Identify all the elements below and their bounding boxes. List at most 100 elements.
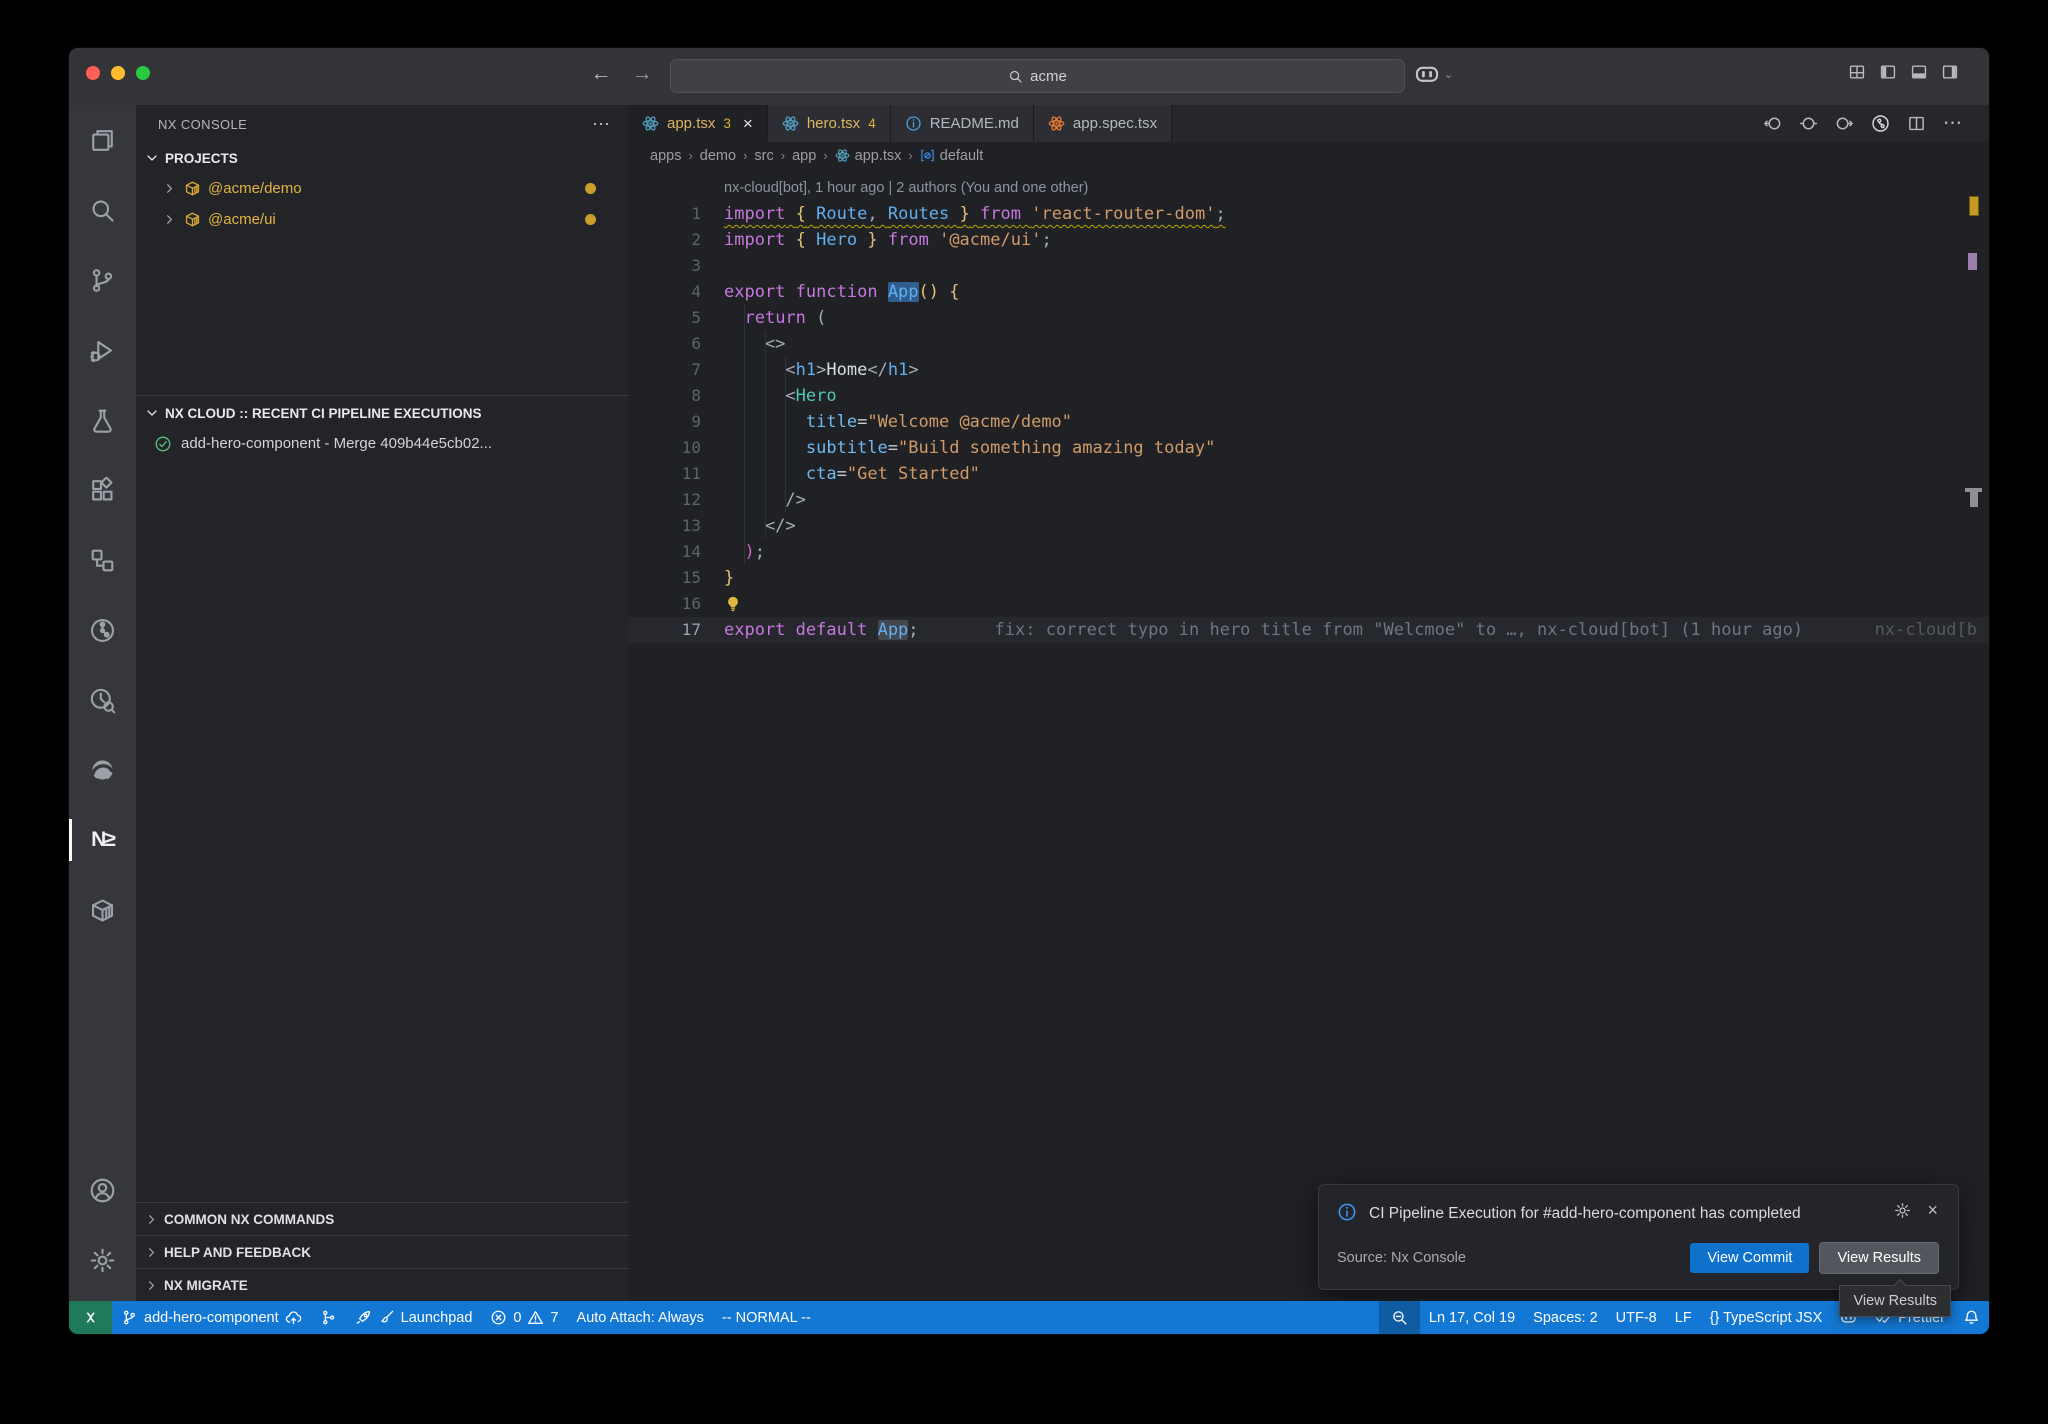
- tab-label: README.md: [930, 115, 1019, 132]
- activity-account[interactable]: [69, 1155, 136, 1225]
- breadcrumb-item-default[interactable]: default: [920, 148, 984, 164]
- notification-close-icon[interactable]: ×: [1927, 1202, 1938, 1219]
- view-commit-button[interactable]: View Commit: [1690, 1243, 1809, 1273]
- code-line-1[interactable]: 1import { Route, Routes } from 'react-ro…: [628, 201, 1989, 227]
- project-label: @acme/ui: [208, 211, 276, 228]
- panel-bottom-icon[interactable]: [1910, 63, 1928, 81]
- code-line-5[interactable]: 5 return (: [628, 305, 1989, 331]
- statusbar-zoom-indicator[interactable]: [1379, 1301, 1420, 1334]
- code-line-9[interactable]: 9 title="Welcome @acme/demo": [628, 409, 1989, 435]
- line-number: 4: [628, 279, 701, 305]
- statusbar-remote-indicator[interactable]: [69, 1301, 112, 1334]
- customize-layout-icon[interactable]: [1848, 63, 1866, 81]
- zoom-window-button[interactable]: [136, 66, 150, 80]
- code-text: </>: [724, 513, 796, 539]
- tab-app.tsx[interactable]: app.tsx3×: [628, 105, 768, 142]
- tab-app.spec.tsx[interactable]: app.spec.tsx: [1034, 105, 1172, 142]
- statusbar-language-mode[interactable]: {} TypeScript JSX: [1701, 1301, 1832, 1334]
- more-actions-icon[interactable]: ⋯: [592, 114, 610, 135]
- code-line-3[interactable]: 3: [628, 253, 1989, 279]
- activity-edge-browser[interactable]: [69, 735, 136, 805]
- code-line-7[interactable]: 7 <h1>Home</h1>: [628, 357, 1989, 383]
- sidebar-section-common-nx-commands[interactable]: COMMON NX COMMANDS: [136, 1202, 628, 1235]
- code-line-6[interactable]: 6 <>: [628, 331, 1989, 357]
- copilot-menu[interactable]: ⌄: [1414, 61, 1453, 87]
- code-line-16[interactable]: 16: [628, 591, 1989, 617]
- activity-explorer[interactable]: [69, 105, 136, 175]
- statusbar-launchpad[interactable]: Launchpad: [346, 1301, 482, 1334]
- code-line-17[interactable]: 17export default App;fix: correct typo i…: [628, 617, 1989, 643]
- code-text: }: [724, 565, 734, 591]
- code-line-4[interactable]: 4export function App() {: [628, 279, 1989, 305]
- activity-settings-gear[interactable]: [69, 1225, 136, 1295]
- activity-testing[interactable]: [69, 385, 136, 455]
- code-line-2[interactable]: 2import { Hero } from '@acme/ui';: [628, 227, 1989, 253]
- statusbar-encoding[interactable]: UTF-8: [1607, 1301, 1666, 1334]
- statusbar-eol[interactable]: LF: [1666, 1301, 1701, 1334]
- statusbar-vim-mode[interactable]: -- NORMAL --: [713, 1301, 820, 1334]
- activity-bar: N≥: [69, 105, 136, 1301]
- activity-source-control[interactable]: [69, 245, 136, 315]
- code-line-11[interactable]: 11 cta="Get Started": [628, 461, 1989, 487]
- lightbulb-icon[interactable]: [724, 591, 742, 609]
- hierarchy-icon: [89, 547, 116, 574]
- activity-search[interactable]: [69, 175, 136, 245]
- activity-pipeline-search[interactable]: [69, 665, 136, 735]
- code-line-10[interactable]: 10 subtitle="Build something amazing tod…: [628, 435, 1989, 461]
- breadcrumb-item-src[interactable]: src: [754, 148, 773, 164]
- breadcrumb-item-apps[interactable]: apps: [650, 148, 681, 164]
- activity-run-and-debug[interactable]: [69, 315, 136, 385]
- statusbar-indentation[interactable]: Spaces: 2: [1524, 1301, 1607, 1334]
- split-editor-icon[interactable]: [1907, 114, 1926, 133]
- statusbar-cursor-position[interactable]: Ln 17, Col 19: [1420, 1301, 1524, 1334]
- nx-cloud-section-header[interactable]: NX CLOUD :: RECENT CI PIPELINE EXECUTION…: [136, 398, 628, 428]
- statusbar-notifications-bell[interactable]: [1954, 1301, 1989, 1334]
- breadcrumb-item-demo[interactable]: demo: [700, 148, 736, 164]
- activity-extensions[interactable]: [69, 455, 136, 525]
- panel-right-icon[interactable]: [1941, 63, 1959, 81]
- pipeline-execution-item[interactable]: add-hero-component - Merge 409b44e5cb02.…: [136, 428, 628, 459]
- breadcrumb-item-app.tsx[interactable]: app.tsx: [835, 148, 902, 164]
- command-center-search[interactable]: acme: [670, 59, 1405, 93]
- activity-package-cube[interactable]: [69, 875, 136, 945]
- history-forward-button[interactable]: →: [628, 62, 656, 86]
- code-line-12[interactable]: 12 />: [628, 487, 1989, 513]
- nav-back-circle-icon[interactable]: [1763, 114, 1782, 133]
- activity-nx-console[interactable]: N≥: [69, 805, 136, 875]
- activity-hierarchy[interactable]: [69, 525, 136, 595]
- git-graph-circle-icon[interactable]: [1871, 114, 1890, 133]
- code-line-15[interactable]: 15}: [628, 565, 1989, 591]
- code-editor[interactable]: nx-cloud[bot], 1 hour ago | 2 authors (Y…: [628, 169, 1989, 1301]
- tab-close-icon[interactable]: ×: [743, 114, 753, 134]
- more-actions-icon[interactable]: ⋯: [1943, 112, 1963, 135]
- sidebar-section-help-and-feedback[interactable]: HELP AND FEEDBACK: [136, 1235, 628, 1268]
- circle-marker-icon[interactable]: [1799, 114, 1818, 133]
- history-back-button[interactable]: ←: [587, 62, 615, 86]
- tab-hero.tsx[interactable]: hero.tsx4: [768, 105, 891, 142]
- activity-pipeline-circle[interactable]: [69, 595, 136, 665]
- tab-README.md[interactable]: README.md: [891, 105, 1034, 142]
- statusbar-git-graph[interactable]: [311, 1301, 346, 1334]
- branch-icon: [121, 1309, 138, 1326]
- code-line-14[interactable]: 14 );: [628, 539, 1989, 565]
- close-window-button[interactable]: [86, 66, 100, 80]
- project-item[interactable]: @acme/ui: [136, 204, 628, 235]
- project-item[interactable]: @acme/demo: [136, 173, 628, 204]
- code-line-13[interactable]: 13 </>: [628, 513, 1989, 539]
- notification-toast: CI Pipeline Execution for #add-hero-comp…: [1318, 1184, 1959, 1290]
- sidebar-section-nx-migrate[interactable]: NX MIGRATE: [136, 1268, 628, 1301]
- view-results-button[interactable]: View Results: [1820, 1243, 1938, 1273]
- minimize-window-button[interactable]: [111, 66, 125, 80]
- tab-problems-badge: 3: [723, 116, 731, 131]
- breadcrumb-item-app[interactable]: app: [792, 148, 816, 164]
- statusbar-problems[interactable]: 07: [481, 1301, 567, 1334]
- notification-settings-gear-icon[interactable]: [1894, 1202, 1911, 1219]
- indent-guide: [744, 305, 745, 565]
- nav-forward-circle-icon[interactable]: [1835, 114, 1854, 133]
- panel-left-icon[interactable]: [1879, 63, 1897, 81]
- statusbar-auto-attach[interactable]: Auto Attach: Always: [568, 1301, 713, 1334]
- line-number: 15: [628, 565, 701, 591]
- projects-section-header[interactable]: PROJECTS: [136, 143, 628, 173]
- code-line-8[interactable]: 8 <Hero: [628, 383, 1989, 409]
- statusbar-git-branch[interactable]: add-hero-component: [112, 1301, 311, 1334]
